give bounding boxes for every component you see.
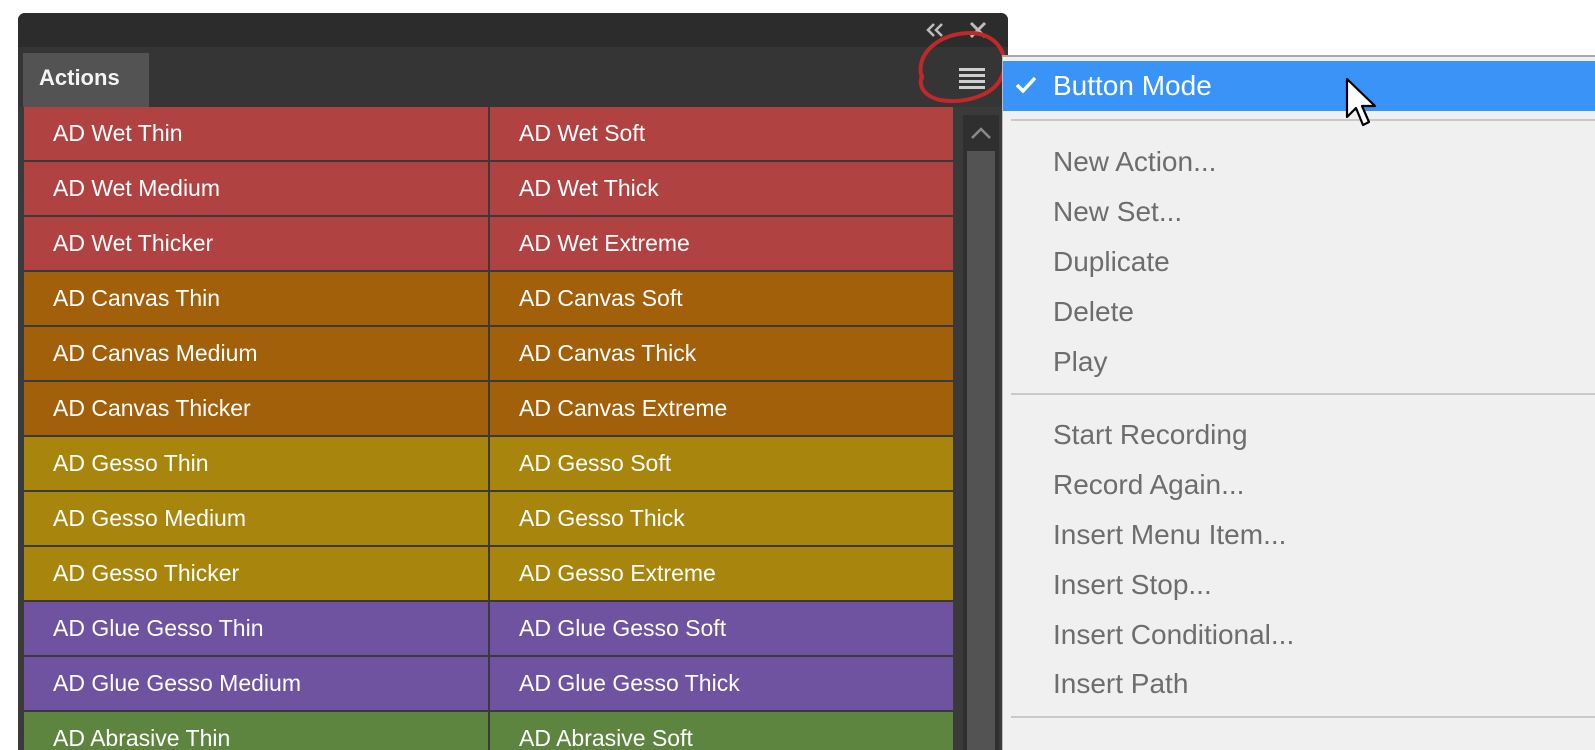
menu-item-new-action[interactable]: New Action... [1003, 137, 1595, 187]
panel-title-bar [18, 13, 1008, 47]
menu-separator [1011, 119, 1595, 121]
action-button[interactable]: AD Canvas Medium [24, 327, 490, 382]
highlight-circle-annotation [918, 30, 1007, 103]
action-button[interactable]: AD Gesso Thicker [24, 547, 490, 602]
menu-item-insert-conditional[interactable]: Insert Conditional... [1003, 610, 1595, 660]
action-button[interactable]: AD Canvas Thick [490, 327, 955, 382]
action-button[interactable]: AD Glue Gesso Soft [490, 602, 955, 657]
menu-item-label: Start Recording [1053, 419, 1248, 450]
menu-item-duplicate[interactable]: Duplicate [1003, 237, 1595, 287]
tab-actions[interactable]: Actions [23, 53, 149, 107]
menu-item-insert-menu-item[interactable]: Insert Menu Item... [1003, 510, 1595, 560]
action-button[interactable]: AD Wet Extreme [490, 217, 955, 272]
action-button[interactable]: AD Wet Thin [24, 107, 490, 162]
action-button-grid: AD Wet Thin AD Wet Soft AD Wet Medium AD We… [24, 107, 955, 750]
menu-item-label: Delete [1053, 296, 1134, 327]
action-button[interactable]: AD Gesso Medium [24, 492, 490, 547]
action-button[interactable]: AD Abrasive Soft [490, 712, 955, 750]
menu-item-play[interactable]: Play [1003, 337, 1595, 387]
menu-item-insert-path[interactable]: Insert Path [1003, 659, 1595, 709]
scroll-track[interactable] [967, 151, 995, 750]
action-button[interactable]: AD Canvas Extreme [490, 382, 955, 437]
menu-item-label: Duplicate [1053, 246, 1170, 277]
action-button[interactable]: AD Abrasive Thin [24, 712, 490, 750]
action-button[interactable]: AD Glue Gesso Medium [24, 657, 490, 712]
menu-item-button-mode[interactable]: Button Mode [1003, 61, 1595, 111]
action-button[interactable]: AD Wet Thick [490, 162, 955, 217]
action-button[interactable]: AD Wet Thicker [24, 217, 490, 272]
menu-item-new-set[interactable]: New Set... [1003, 187, 1595, 237]
panel-tabstrip: Actions [18, 47, 1008, 107]
action-button[interactable]: AD Wet Medium [24, 162, 490, 217]
menu-item-start-recording[interactable]: Start Recording [1003, 410, 1595, 460]
action-button[interactable]: AD Gesso Thin [24, 437, 490, 492]
menu-item-label: Play [1053, 346, 1108, 377]
menu-item-label: Insert Path [1053, 668, 1189, 699]
scrollbar[interactable] [963, 115, 999, 750]
menu-item-label: New Action... [1053, 146, 1217, 177]
action-button[interactable]: AD Gesso Extreme [490, 547, 955, 602]
action-button[interactable]: AD Gesso Soft [490, 437, 955, 492]
menu-item-label: Button Mode [1053, 70, 1212, 101]
menu-item-label: Insert Stop... [1053, 569, 1212, 600]
menu-item-label: Record Again... [1053, 469, 1245, 500]
checkmark-icon [1015, 76, 1037, 94]
action-button[interactable]: AD Gesso Thick [490, 492, 955, 547]
menu-item-label: Insert Conditional... [1053, 619, 1295, 650]
mouse-pointer-icon [1345, 77, 1377, 127]
action-button[interactable]: AD Canvas Soft [490, 272, 955, 327]
action-button[interactable]: AD Canvas Thicker [24, 382, 490, 437]
chevron-up-icon[interactable] [969, 125, 993, 141]
panel-flyout-menu: Button Mode New Action... New Set... Duplic… [1002, 55, 1595, 750]
menu-item-record-again[interactable]: Record Again... [1003, 460, 1595, 510]
menu-separator [1011, 393, 1595, 395]
action-button[interactable]: AD Glue Gesso Thin [24, 602, 490, 657]
action-button[interactable]: AD Canvas Thin [24, 272, 490, 327]
actions-panel: Actions AD Wet Thin AD Wet Soft AD Wet Med… [18, 13, 1008, 750]
menu-item-label: New Set... [1053, 196, 1183, 227]
action-button[interactable]: AD Wet Soft [490, 107, 955, 162]
menu-item-label: Insert Menu Item... [1053, 519, 1287, 550]
action-button[interactable]: AD Glue Gesso Thick [490, 657, 955, 712]
menu-item-delete[interactable]: Delete [1003, 287, 1595, 337]
menu-item-insert-stop[interactable]: Insert Stop... [1003, 560, 1595, 610]
menu-separator [1011, 716, 1595, 718]
